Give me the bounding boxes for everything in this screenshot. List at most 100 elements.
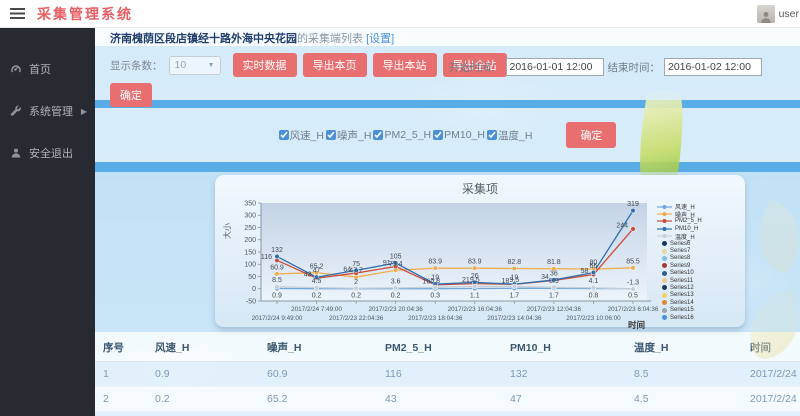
checkbox-icon[interactable] bbox=[279, 130, 289, 140]
legend-item-Series6[interactable]: Series6 bbox=[657, 240, 739, 247]
svg-text:244: 244 bbox=[616, 222, 628, 229]
start-time-input[interactable] bbox=[506, 58, 604, 76]
svg-text:1.7: 1.7 bbox=[549, 292, 559, 299]
table-cell: 60.9 bbox=[259, 362, 377, 387]
svg-text:75.4: 75.4 bbox=[389, 261, 403, 268]
legend-label: 噪声_H bbox=[675, 210, 695, 219]
legend-label: Series13 bbox=[670, 292, 694, 298]
legend-item-Series9[interactable]: Series9 bbox=[657, 262, 739, 269]
legend-item-Series15[interactable]: Series15 bbox=[657, 306, 739, 313]
sidebar-item-label: 首页 bbox=[29, 61, 51, 77]
table-cell: 132 bbox=[502, 362, 626, 387]
legend-item-Series13[interactable]: Series13 bbox=[657, 292, 739, 299]
chart-title: 采集项 bbox=[219, 180, 741, 197]
svg-text:2017/2/23 12:04:36: 2017/2/23 12:04:36 bbox=[527, 306, 582, 313]
realtime-button[interactable]: 实时数据 bbox=[233, 53, 297, 77]
series-checkbox-风速_H[interactable]: 风速_H bbox=[279, 128, 324, 143]
svg-text:0.3: 0.3 bbox=[430, 293, 440, 300]
checkbox-label: 温度_H bbox=[498, 128, 532, 143]
table-cell: 4.5 bbox=[626, 387, 742, 412]
column-header-噪声_H: 噪声_H bbox=[259, 335, 377, 362]
user-menu[interactable]: user bbox=[757, 0, 800, 28]
svg-text:时间: 时间 bbox=[628, 320, 645, 330]
table-row[interactable]: 20.265.243474.52017/2/24 7:49:00 bbox=[95, 387, 800, 412]
hamburger-icon[interactable] bbox=[10, 8, 25, 19]
legend-item-温度_H[interactable]: 温度_H bbox=[657, 233, 739, 240]
legend-item-Series7[interactable]: Series7 bbox=[657, 247, 739, 254]
export-page-button[interactable]: 导出本页 bbox=[303, 53, 367, 77]
station-name: 济南槐荫区段店镇经十路外海中央花园 bbox=[110, 33, 297, 45]
svg-text:2: 2 bbox=[354, 279, 358, 286]
table-cell: 2017/2/24 7:49:00 bbox=[742, 387, 800, 412]
table-cell: 116 bbox=[377, 362, 502, 387]
sidebar-item-0[interactable]: 首页 bbox=[0, 48, 95, 90]
table-cell: 0.2 bbox=[147, 387, 259, 412]
svg-text:200: 200 bbox=[244, 237, 256, 244]
column-header-序号: 序号 bbox=[95, 335, 147, 362]
svg-text:大小: 大小 bbox=[222, 223, 232, 239]
series-checkbox-温度_H[interactable]: 温度_H bbox=[487, 128, 532, 143]
legend-label: Series10 bbox=[670, 270, 694, 276]
svg-text:0.9: 0.9 bbox=[272, 293, 282, 300]
settings-link[interactable]: [设置] bbox=[366, 33, 394, 45]
legend-item-噪声_H[interactable]: 噪声_H bbox=[657, 210, 739, 217]
legend-item-风速_H[interactable]: 风速_H bbox=[657, 203, 739, 210]
table-cell: 2 bbox=[626, 412, 742, 416]
legend-label: Series9 bbox=[670, 263, 690, 269]
svg-text:2017/2/23 16:04:36: 2017/2/23 16:04:36 bbox=[448, 306, 503, 313]
legend-dot-marker bbox=[662, 278, 667, 283]
table-cell: 43 bbox=[377, 387, 502, 412]
legend-item-PM2_5_H[interactable]: PM2_5_H bbox=[657, 218, 739, 225]
legend-label: Series8 bbox=[670, 255, 690, 261]
legend-item-PM10_H[interactable]: PM10_H bbox=[657, 225, 739, 232]
svg-text:0.2: 0.2 bbox=[391, 293, 401, 300]
svg-text:4.1: 4.1 bbox=[589, 278, 599, 285]
avatar bbox=[757, 5, 775, 23]
svg-text:50: 50 bbox=[248, 274, 256, 281]
legend-label: Series7 bbox=[670, 248, 690, 254]
data-table-section: 序号风速_H噪声_HPM2_5_HPM10_H温度_H时间 10.960.911… bbox=[95, 332, 800, 416]
series-checkbox-噪声_H[interactable]: 噪声_H bbox=[326, 128, 371, 143]
table-row[interactable]: 10.960.91161328.52017/2/24 9:49:00 bbox=[95, 362, 800, 387]
series-checkbox-PM10_H[interactable]: PM10_H bbox=[433, 129, 485, 141]
svg-text:4.5: 4.5 bbox=[312, 278, 322, 285]
sidebar-item-2[interactable]: 安全退出 bbox=[0, 132, 95, 174]
page-title-suffix: 的采集端列表 bbox=[297, 33, 366, 45]
table-row[interactable]: 30.247.7647522017/2/23 22:04:36 bbox=[95, 412, 800, 416]
end-time-input[interactable] bbox=[664, 58, 762, 76]
legend-item-Series10[interactable]: Series10 bbox=[657, 270, 739, 277]
table-cell: 75 bbox=[502, 412, 626, 416]
legend-line-marker bbox=[657, 204, 672, 210]
checkbox-icon[interactable] bbox=[326, 130, 336, 140]
date-range: 开始时间： 结束时间： bbox=[449, 58, 762, 76]
page-size-select[interactable]: 10 ▼ bbox=[169, 56, 221, 75]
chart-legend: 风速_H噪声_HPM2_5_HPM10_H温度_HSeries6Series7S… bbox=[657, 197, 739, 329]
legend-item-Series8[interactable]: Series8 bbox=[657, 255, 739, 262]
legend-item-Series12[interactable]: Series12 bbox=[657, 284, 739, 291]
top-bar: 采集管理系统 user bbox=[0, 0, 800, 28]
sidebar-item-1[interactable]: 系统管理▶ bbox=[0, 90, 95, 132]
confirm-button[interactable]: 确定 bbox=[110, 83, 152, 107]
legend-dot-marker bbox=[662, 293, 667, 298]
svg-text:-1.3: -1.3 bbox=[627, 280, 639, 287]
checkbox-label: 噪声_H bbox=[337, 128, 371, 143]
legend-item-Series16[interactable]: Series16 bbox=[657, 314, 739, 321]
checkbox-icon[interactable] bbox=[373, 130, 383, 140]
series-checkbox-PM2_5_H[interactable]: PM2_5_H bbox=[373, 129, 431, 141]
svg-text:-50: -50 bbox=[246, 298, 256, 305]
svg-text:2017/2/23 20:04:36: 2017/2/23 20:04:36 bbox=[369, 306, 424, 313]
svg-text:8.5: 8.5 bbox=[272, 277, 282, 284]
checkbox-label: 风速_H bbox=[290, 128, 324, 143]
legend-label: Series6 bbox=[670, 241, 690, 247]
svg-text:75: 75 bbox=[352, 261, 360, 268]
legend-item-Series11[interactable]: Series11 bbox=[657, 277, 739, 284]
legend-line-marker bbox=[657, 218, 672, 224]
checkbox-icon[interactable] bbox=[487, 130, 497, 140]
chart-section: 采集项 -500501001502002503003502017/2/24 9:… bbox=[95, 172, 800, 332]
legend-dot-marker bbox=[662, 263, 667, 268]
svg-text:2017/2/23 18:04:36: 2017/2/23 18:04:36 bbox=[408, 315, 463, 322]
filter-confirm-button[interactable]: 确定 bbox=[566, 122, 616, 148]
checkbox-icon[interactable] bbox=[433, 130, 443, 140]
export-site-button[interactable]: 导出本站 bbox=[373, 53, 437, 77]
legend-item-Series14[interactable]: Series14 bbox=[657, 299, 739, 306]
